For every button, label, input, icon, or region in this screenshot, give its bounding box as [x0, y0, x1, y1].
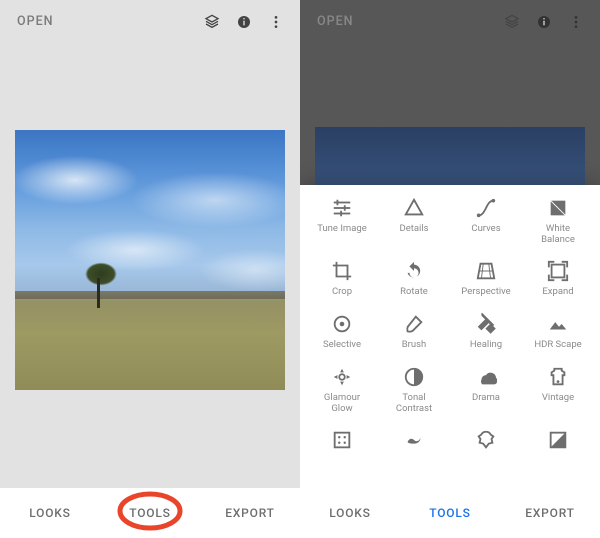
tool-black-white[interactable] [522, 429, 594, 451]
right-bottom-tabs: LOOKS TOOLS EXPORT [300, 488, 600, 538]
drama-icon [475, 366, 497, 388]
tool-label: Perspective [461, 287, 510, 299]
tool-label: Crop [332, 287, 352, 299]
tool-healing[interactable]: Healing [450, 313, 522, 352]
brush-icon [403, 313, 425, 335]
tool-details[interactable]: Details [378, 197, 450, 246]
more-icon[interactable] [568, 14, 584, 30]
tool-grunge[interactable] [450, 429, 522, 451]
crop-icon [331, 260, 353, 282]
tool-label: Glamour Glow [324, 393, 360, 415]
open-button[interactable]: OPEN [317, 14, 504, 29]
tool-label: Brush [402, 340, 427, 352]
tool-grainy-film[interactable] [306, 429, 378, 451]
grunge-icon [475, 429, 497, 451]
tab-looks[interactable]: LOOKS [300, 488, 400, 538]
tool-label: Drama [472, 393, 500, 405]
tab-looks[interactable]: LOOKS [0, 488, 100, 538]
details-icon [403, 197, 425, 219]
tool-label: Details [399, 224, 428, 236]
tool-label: Expand [542, 287, 573, 299]
tool-label: Rotate [400, 287, 428, 299]
vintage-icon [547, 366, 569, 388]
tune-image-icon [331, 197, 353, 219]
info-icon[interactable] [236, 14, 252, 30]
tool-label: Curves [471, 224, 500, 236]
tool-label: White Balance [541, 224, 575, 246]
open-button[interactable]: OPEN [17, 14, 204, 29]
tool-perspective[interactable]: Perspective [450, 260, 522, 299]
tool-expand[interactable]: Expand [522, 260, 594, 299]
photo-clouds [15, 130, 285, 291]
tool-tonal-contrast[interactable]: Tonal Contrast [378, 366, 450, 415]
right-dimmed-area: OPEN [300, 0, 600, 185]
tool-retrolux[interactable] [378, 429, 450, 451]
tab-export[interactable]: EXPORT [200, 488, 300, 538]
retrolux-icon [403, 429, 425, 451]
selective-icon [331, 313, 353, 335]
more-icon[interactable] [268, 14, 284, 30]
tool-label: HDR Scape [534, 340, 581, 352]
tool-curves[interactable]: Curves [450, 197, 522, 246]
tool-label: Tune Image [317, 224, 367, 236]
top-icons [504, 14, 584, 30]
tab-export[interactable]: EXPORT [500, 488, 600, 538]
curves-icon [475, 197, 497, 219]
photo-preview-dimmed [315, 127, 585, 185]
left-bottom-tabs: LOOKS TOOLS EXPORT [0, 488, 300, 538]
stacks-icon[interactable] [204, 14, 220, 30]
tab-tools[interactable]: TOOLS [400, 488, 500, 538]
top-icons [204, 14, 284, 30]
tool-white-balance[interactable]: White Balance [522, 197, 594, 246]
grainy-film-icon [331, 429, 353, 451]
tool-tune-image[interactable]: Tune Image [306, 197, 378, 246]
perspective-icon [475, 260, 497, 282]
tonal-contrast-icon [403, 366, 425, 388]
expand-icon [547, 260, 569, 282]
stacks-icon[interactable] [504, 14, 520, 30]
tool-selective[interactable]: Selective [306, 313, 378, 352]
tool-crop[interactable]: Crop [306, 260, 378, 299]
tool-label: Selective [323, 340, 361, 352]
tool-hdr-scape[interactable]: HDR Scape [522, 313, 594, 352]
tool-vintage[interactable]: Vintage [522, 366, 594, 415]
left-screenshot: OPEN LOOKS TOOLS EXPORT [0, 0, 300, 538]
tool-drama[interactable]: Drama [450, 366, 522, 415]
right-screenshot: OPEN Tune Image Details Curves White Balanc… [300, 0, 600, 538]
healing-icon [475, 313, 497, 335]
white-balance-icon [547, 197, 569, 219]
glamour-glow-icon [331, 366, 353, 388]
info-icon[interactable] [536, 14, 552, 30]
tool-label: Healing [470, 340, 502, 352]
tool-label: Vintage [542, 393, 574, 405]
tool-rotate[interactable]: Rotate [378, 260, 450, 299]
tool-glamour-glow[interactable]: Glamour Glow [306, 366, 378, 415]
tool-brush[interactable]: Brush [378, 313, 450, 352]
tool-label: Tonal Contrast [396, 393, 432, 415]
left-topbar: OPEN [0, 0, 300, 42]
rotate-icon [403, 260, 425, 282]
tab-tools[interactable]: TOOLS [100, 488, 200, 538]
photo-preview[interactable] [15, 130, 285, 390]
right-topbar: OPEN [300, 0, 600, 42]
tools-panel: Tune Image Details Curves White Balance Crop… [300, 185, 600, 488]
black-white-icon [547, 429, 569, 451]
hdr-scape-icon [547, 313, 569, 335]
